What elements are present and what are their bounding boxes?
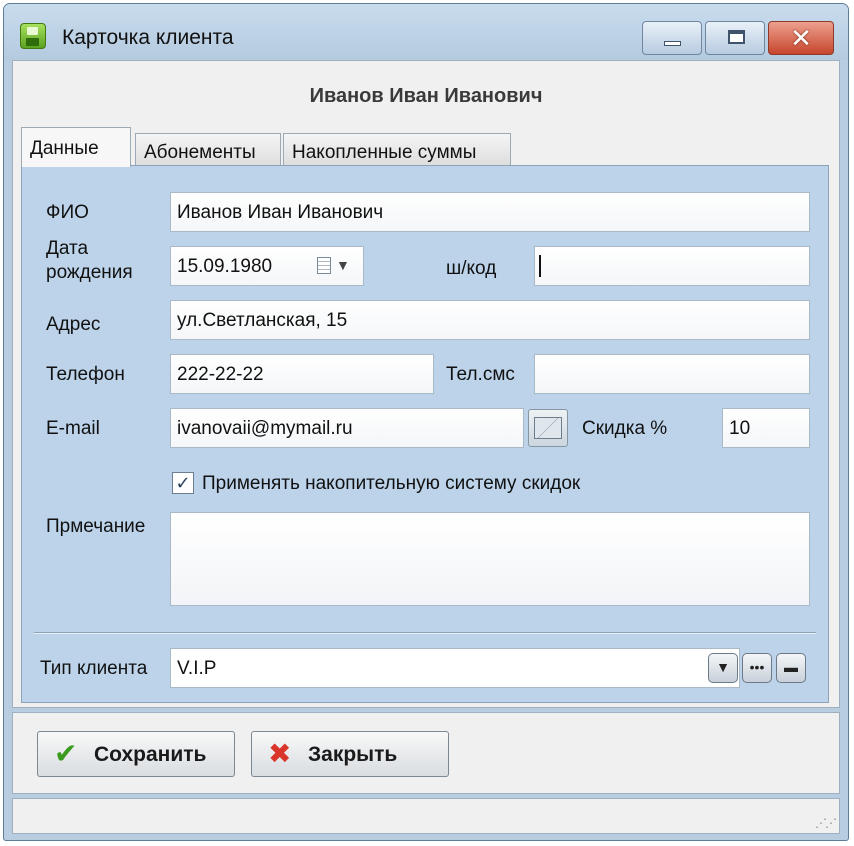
note-textarea[interactable] <box>170 512 810 606</box>
birth-date-value: 15.09.1980 <box>177 256 273 277</box>
minimize-button[interactable] <box>642 21 702 55</box>
client-type-clear-button[interactable]: ▬ <box>776 653 806 683</box>
minus-icon: ▬ <box>784 659 798 675</box>
cross-icon: ✖ <box>268 738 292 769</box>
app-save-icon <box>20 23 46 49</box>
address-label: Адрес <box>46 314 101 335</box>
cumulative-discount-checkbox[interactable]: ✓ <box>172 472 194 494</box>
birth-date-label-line2: рождения <box>46 262 133 283</box>
maximize-button[interactable] <box>705 21 765 55</box>
tab-accumulated-sums[interactable]: Накопленные суммы <box>283 133 511 165</box>
address-field[interactable]: ул.Светланская, 15 <box>170 300 810 340</box>
discount-field[interactable]: 10 <box>722 408 810 448</box>
data-tab-panel: ФИО Иванов Иван Иванович Дата рождения 1… <box>21 165 829 703</box>
chevron-down-icon[interactable]: ▼ <box>336 257 350 273</box>
client-type-select[interactable]: V.I.P <box>170 648 740 688</box>
email-label: E-mail <box>46 418 100 439</box>
tab-subscriptions[interactable]: Абонементы <box>135 133 281 165</box>
tab-data[interactable]: Данные <box>21 127 131 167</box>
phone-label: Телефон <box>46 364 125 385</box>
fio-field[interactable]: Иванов Иван Иванович <box>170 192 810 232</box>
title-bar[interactable]: Карточка клиента ✕ <box>4 4 848 60</box>
client-name-header: Иванов Иван Иванович <box>309 85 543 107</box>
window-title: Карточка клиента <box>62 26 234 49</box>
button-bar: ✔ Сохранить ✖ Закрыть <box>12 712 840 794</box>
cumulative-discount-label[interactable]: Применять накопительную систему скидок <box>202 473 580 495</box>
ellipsis-icon: ••• <box>749 659 765 675</box>
send-email-button[interactable] <box>528 409 568 447</box>
note-label: Прмечание <box>46 516 146 537</box>
birth-date-field[interactable]: 15.09.1980 ▼ <box>170 246 364 286</box>
client-type-browse-button[interactable]: ••• <box>742 653 772 683</box>
close-button[interactable]: ✖ Закрыть <box>251 731 449 777</box>
sms-phone-field[interactable] <box>534 354 810 394</box>
envelope-icon <box>534 417 562 439</box>
phone-field[interactable]: 222-22-22 <box>170 354 434 394</box>
save-button[interactable]: ✔ Сохранить <box>37 731 235 777</box>
status-bar: ⋰⋰ <box>12 798 840 834</box>
close-button-label: Закрыть <box>308 743 398 766</box>
fio-label: ФИО <box>46 202 89 223</box>
close-icon: ✕ <box>790 22 812 53</box>
birth-date-label-line1: Дата <box>46 238 89 259</box>
chevron-down-icon: ▼ <box>716 659 730 675</box>
calendar-icon[interactable] <box>317 257 331 274</box>
resize-grip-icon[interactable]: ⋰⋰ <box>815 816 837 830</box>
client-type-dropdown-button[interactable]: ▼ <box>708 653 738 683</box>
barcode-field[interactable] <box>534 246 810 286</box>
save-button-label: Сохранить <box>94 743 207 766</box>
text-caret <box>539 255 541 277</box>
email-field[interactable]: ivanovaii@mymail.ru <box>170 408 524 448</box>
barcode-label: ш/код <box>446 258 497 279</box>
checkmark-icon: ✔ <box>54 738 78 769</box>
maximize-icon <box>728 30 745 44</box>
content-area: Иванов Иван Иванович Данные Абонементы Н… <box>12 60 840 708</box>
sms-phone-label: Тел.смс <box>446 364 515 385</box>
close-window-button[interactable]: ✕ <box>768 21 834 55</box>
client-card-window: Карточка клиента ✕ Иванов Иван Иванович … <box>3 3 849 841</box>
divider <box>34 632 816 634</box>
client-type-label: Тип клиента <box>40 658 148 679</box>
discount-label: Скидка % <box>582 418 668 439</box>
minimize-icon <box>664 41 681 46</box>
